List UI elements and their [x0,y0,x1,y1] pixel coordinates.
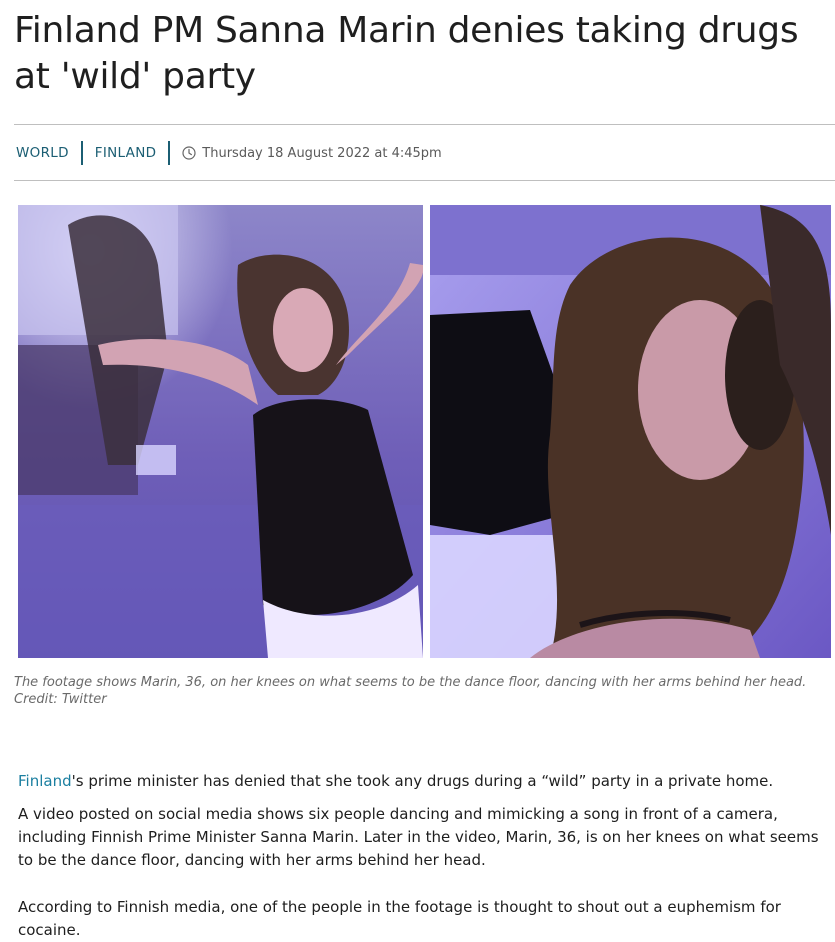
finland-link[interactable]: Finland [18,772,72,790]
separator [168,141,171,165]
caption-text: The footage shows Marin, 36, on her knee… [14,675,807,690]
paragraph-text: According to Finnish media, one of the p… [18,898,781,939]
clock-icon [182,146,196,160]
divider [14,180,835,181]
paragraph-text: 's prime minister has denied that she to… [71,772,774,790]
video-still-left [18,205,423,658]
image-caption: The footage shows Marin, 36, on her knee… [14,674,824,708]
video-still-right [430,205,831,658]
tag-world[interactable]: WORLD [16,145,69,161]
article-page: Finland PM Sanna Marin denies taking dru… [0,0,835,939]
headline: Finland PM Sanna Marin denies taking dru… [14,10,799,97]
caption-credit: Credit: Twitter [14,692,107,707]
article-meta: WORLD FINLAND Thursday 18 August 2022 at… [16,140,442,166]
publish-date: Thursday 18 August 2022 at 4:45pm [202,145,442,161]
separator [80,141,83,165]
paragraph-text: A video posted on social media shows six… [18,805,819,869]
tag-finland[interactable]: FINLAND [95,145,157,161]
divider [14,124,835,125]
article-paragraph: A video posted on social media shows six… [18,803,823,872]
article-paragraph: Finland's prime minister has denied that… [18,770,823,793]
article-paragraph: According to Finnish media, one of the p… [18,896,823,942]
article-image [18,205,831,658]
